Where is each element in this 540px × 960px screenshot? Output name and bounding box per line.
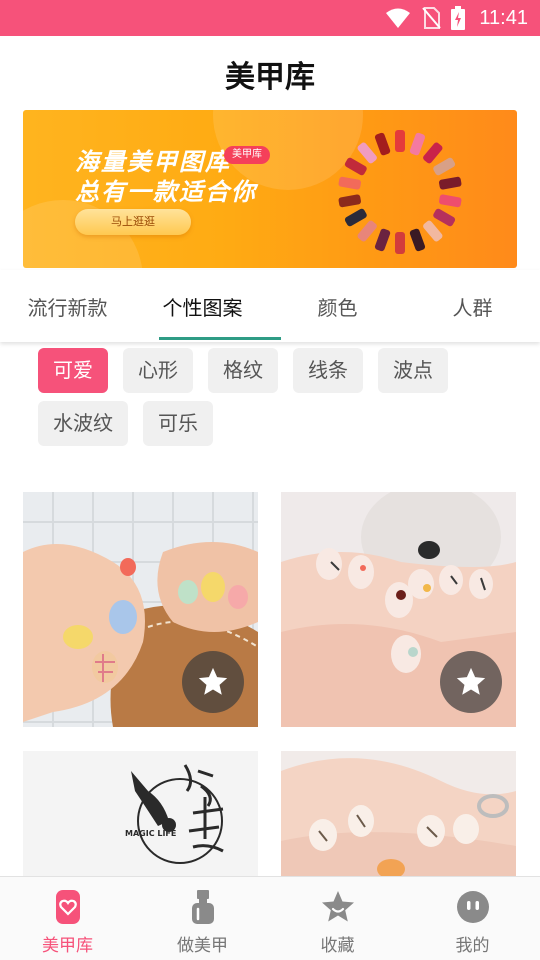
tab-active-indicator xyxy=(159,337,281,340)
status-time: 11:41 xyxy=(479,6,528,29)
promo-banner[interactable]: 海量美甲图库 美甲库 总有一款适合你 马上逛逛 xyxy=(23,110,517,268)
gallery-card[interactable] xyxy=(281,492,516,727)
nav-item-library[interactable]: 美甲库 xyxy=(0,877,135,960)
chip-heart[interactable]: 心形 xyxy=(123,348,193,393)
banner-cta-button[interactable]: 马上逛逛 xyxy=(75,209,191,235)
app-bar: 美甲库 xyxy=(0,36,540,112)
tab-trending[interactable]: 流行新款 xyxy=(0,270,135,342)
gallery-card[interactable] xyxy=(23,492,258,727)
tab-color[interactable]: 颜色 xyxy=(270,270,405,342)
status-icons: 11:41 xyxy=(385,0,528,36)
style-filter-chips: 可爱 心形 格纹 线条 波点 水波纹 可乐 xyxy=(38,348,508,446)
chip-cute[interactable]: 可爱 xyxy=(38,348,108,393)
nail-polish-icon xyxy=(191,890,214,924)
banner-subheadline: 总有一款适合你 xyxy=(75,178,257,206)
gallery-card[interactable]: MAGIC LIFE xyxy=(23,751,258,876)
nav-item-profile[interactable]: 我的 xyxy=(405,877,540,960)
wifi-icon xyxy=(386,8,411,28)
nail-photo xyxy=(281,751,516,876)
star-icon xyxy=(198,667,228,695)
star-icon xyxy=(456,667,486,695)
status-bar: 11:41 xyxy=(0,0,540,36)
tab-audience[interactable]: 人群 xyxy=(405,270,540,342)
nav-item-favorites[interactable]: 收藏 xyxy=(270,877,405,960)
star-icon xyxy=(321,891,354,922)
page-title: 美甲库 xyxy=(225,60,315,95)
tab-label: 颜色 xyxy=(317,295,358,320)
nail-polish-wheel-illustration xyxy=(338,130,462,254)
tab-label: 流行新款 xyxy=(27,295,108,320)
chip-ripple[interactable]: 水波纹 xyxy=(38,401,128,446)
nav-label: 收藏 xyxy=(320,936,355,956)
bottom-navigation: 美甲库 做美甲 收藏 我的 xyxy=(0,876,540,960)
nav-label: 我的 xyxy=(455,936,490,956)
favorite-button[interactable] xyxy=(440,651,502,713)
favorite-button[interactable] xyxy=(182,651,244,713)
chip-plaid[interactable]: 格纹 xyxy=(208,348,278,393)
chip-dots[interactable]: 波点 xyxy=(378,348,448,393)
chip-lines[interactable]: 线条 xyxy=(293,348,363,393)
no-sim-icon xyxy=(422,7,442,29)
heart-phone-icon xyxy=(55,890,80,924)
nav-item-do-nails[interactable]: 做美甲 xyxy=(135,877,270,960)
banner-badge: 美甲库 xyxy=(224,146,270,164)
profile-icon xyxy=(456,891,489,923)
gallery-card[interactable] xyxy=(281,751,516,876)
logo-text: MAGIC LIFE xyxy=(125,829,177,838)
tab-label: 个性图案 xyxy=(162,295,243,320)
chip-cola[interactable]: 可乐 xyxy=(143,401,213,446)
battery-icon xyxy=(451,6,466,30)
tab-patterns[interactable]: 个性图案 xyxy=(135,270,281,342)
nav-label: 做美甲 xyxy=(177,936,228,956)
magic-life-logo xyxy=(23,751,258,876)
nav-label: 美甲库 xyxy=(42,936,93,956)
tab-label: 人群 xyxy=(452,295,493,320)
category-tabs: 流行新款 个性图案 颜色 人群 xyxy=(0,270,540,342)
